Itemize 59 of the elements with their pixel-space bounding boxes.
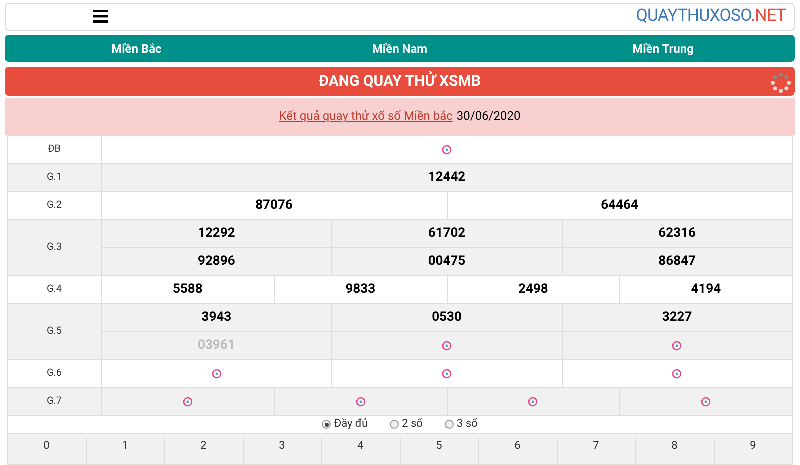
- prize-number: 62316: [658, 224, 696, 243]
- spinner-icon: [356, 396, 366, 406]
- display-option[interactable]: Đầy đủ: [322, 416, 368, 433]
- prize-number: 64464: [601, 196, 638, 215]
- digit-header: 4: [358, 438, 364, 454]
- prize-label: G.4: [46, 283, 62, 297]
- prize-label: G.3: [46, 241, 62, 255]
- site-logo[interactable]: QUAYTHUXOSO.NET: [636, 4, 786, 30]
- region-tab[interactable]: Miền Nam: [268, 40, 532, 58]
- display-option[interactable]: 3 số: [444, 416, 478, 433]
- result-date: 30/06/2020: [456, 108, 521, 126]
- digit-header: 5: [436, 438, 442, 454]
- display-option[interactable]: 2 số: [390, 416, 423, 433]
- prize-number: 12442: [428, 168, 466, 187]
- prize-label: G.2: [46, 199, 62, 213]
- prize-number: 3227: [662, 308, 692, 327]
- prize-number: 00475: [428, 252, 466, 271]
- region-tab[interactable]: Miền Bắc: [5, 40, 268, 58]
- prize-number: 61702: [428, 224, 466, 243]
- result-link[interactable]: Kết quả quay thử xổ số Miền bắc: [279, 107, 453, 126]
- spinner-icon: [442, 340, 452, 350]
- digit-header: 9: [750, 438, 756, 454]
- region-tab[interactable]: Miền Trung: [532, 40, 795, 58]
- prize-number: 3943: [202, 308, 232, 327]
- prize-label: ĐB: [48, 143, 61, 157]
- prize-label: G.6: [46, 367, 62, 381]
- radio-button[interactable]: [444, 420, 454, 429]
- prize-number: 5588: [172, 280, 203, 299]
- prize-number: 92896: [198, 252, 236, 271]
- prize-label: G.5: [46, 325, 62, 339]
- spinner-icon: [182, 396, 193, 406]
- prize-number: 2498: [518, 280, 548, 299]
- prize-number: 9833: [346, 280, 376, 299]
- spinner-icon: [672, 368, 682, 378]
- spinner-icon: [528, 396, 538, 406]
- digit-header: 2: [200, 438, 207, 454]
- spinner-icon: [701, 396, 712, 406]
- digit-header: 0: [44, 438, 50, 454]
- prize-number: 86847: [658, 252, 696, 271]
- radio-button[interactable]: [390, 420, 400, 429]
- menu-icon[interactable]: [93, 10, 108, 24]
- digit-header: 3: [279, 438, 286, 454]
- loading-icon: [770, 72, 792, 94]
- digit-header: 6: [514, 438, 521, 454]
- prize-label: G.7: [46, 395, 62, 409]
- digit-header: 1: [122, 438, 128, 454]
- digit-header: 8: [672, 438, 678, 454]
- prize-label: G.1: [46, 171, 62, 185]
- spinner-icon: [442, 144, 452, 154]
- prize-number: 0530: [432, 308, 462, 327]
- prize-number: 87076: [256, 196, 293, 215]
- radio-button[interactable]: [322, 420, 332, 429]
- prize-number: 4194: [691, 280, 722, 299]
- digit-header: 7: [593, 438, 600, 454]
- spinner-icon: [672, 340, 682, 350]
- banner-title: ĐANG QUAY THỬ XSMB: [319, 70, 481, 92]
- spinner-icon: [212, 368, 222, 378]
- spinner-icon: [442, 368, 452, 378]
- prize-number: 12292: [198, 224, 236, 243]
